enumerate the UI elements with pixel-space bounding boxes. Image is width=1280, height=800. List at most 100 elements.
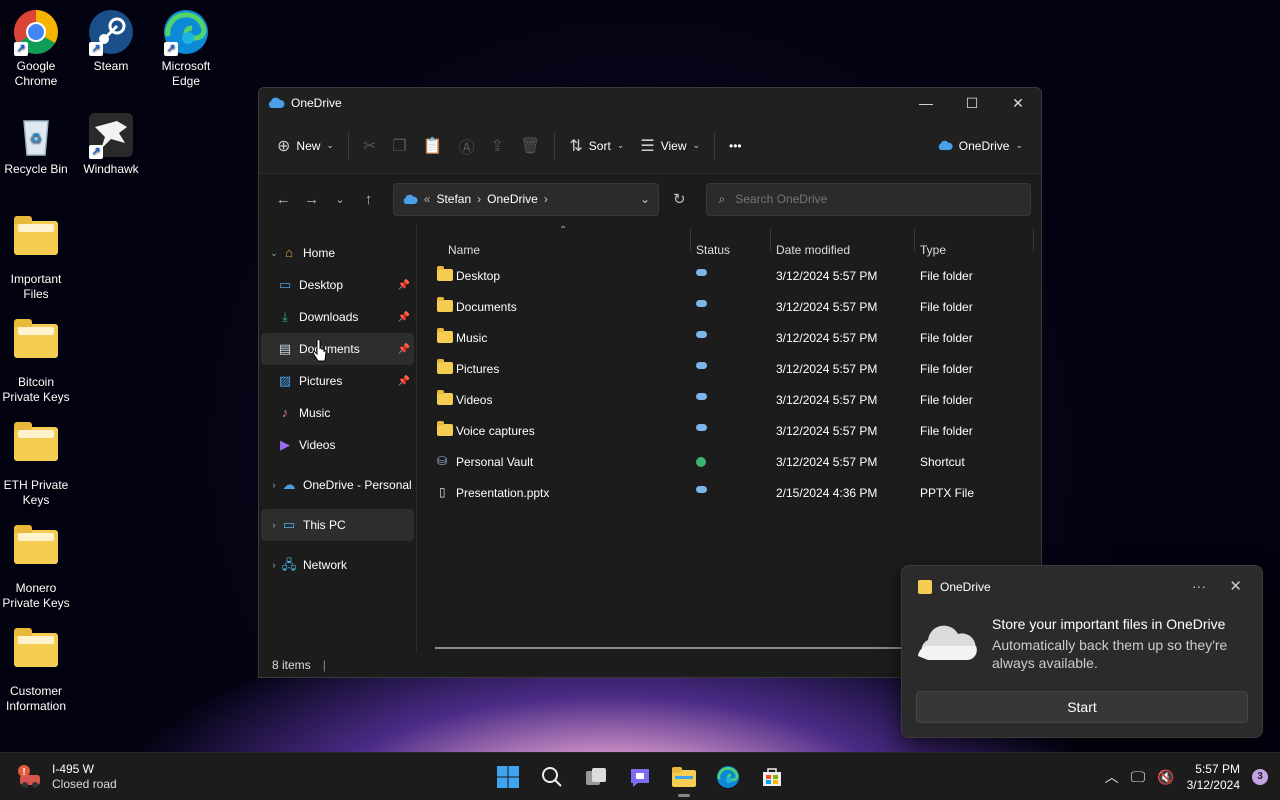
edge-taskbar-button[interactable]	[712, 761, 744, 793]
start-button[interactable]: Start	[916, 691, 1248, 723]
cloud-status-icon	[696, 424, 707, 431]
up-button[interactable]: ↑	[354, 191, 382, 208]
view-button[interactable]: ☰ View ⌄	[632, 130, 708, 162]
file-row[interactable]: ⛁ Personal Vault 3/12/2024 5:57 PM Short…	[417, 447, 1041, 478]
title-bar[interactable]: OneDrive — ☐ ✕	[259, 88, 1041, 118]
network-icon: 🖧	[281, 557, 297, 572]
file-date: 3/12/2024 5:57 PM	[776, 300, 878, 314]
desktop-icon-label: Customer Information	[5, 684, 67, 713]
trash-icon: 🗑	[520, 137, 541, 155]
chevron-right-icon[interactable]: ›	[267, 560, 281, 570]
breadcrumb-stefan[interactable]: Stefan	[436, 192, 471, 206]
more-options-icon[interactable]: ···	[1192, 578, 1206, 594]
desktop-icon-windhawk[interactable]: ↗ Windhawk	[73, 111, 149, 177]
search-box[interactable]: ⌕	[705, 182, 1032, 216]
network-icon[interactable]: 🖵	[1131, 769, 1145, 786]
column-header-date-modified[interactable]: Date modified	[776, 243, 850, 257]
microsoft-store-button[interactable]	[756, 761, 788, 793]
task-view-button[interactable]	[580, 761, 612, 793]
delete-button[interactable]: 🗑	[512, 130, 548, 162]
desktop-icon-edge[interactable]: ↗ Microsoft Edge	[148, 8, 224, 89]
start-menu-button[interactable]	[492, 761, 524, 793]
weather-title: I-495 W	[52, 762, 95, 776]
svg-text:!: !	[22, 767, 25, 778]
folder-icon	[437, 390, 453, 405]
file-row[interactable]: Music 3/12/2024 5:57 PM File folder	[417, 323, 1041, 354]
file-explorer-button[interactable]	[668, 761, 700, 797]
new-button[interactable]: ⊕ New ⌄	[269, 130, 342, 162]
sidebar-item-this-pc[interactable]: › ▭ This PC	[261, 509, 414, 541]
refresh-button[interactable]: ↻	[665, 190, 693, 208]
file-row[interactable]: Voice captures 3/12/2024 5:57 PM File fo…	[417, 416, 1041, 447]
paste-button[interactable]: 📋	[415, 130, 451, 162]
search-button[interactable]	[536, 761, 568, 793]
sidebar-item-videos[interactable]: ▶ Videos	[261, 429, 414, 461]
column-header-status[interactable]: Status	[696, 243, 730, 257]
sidebar-item-music[interactable]: ♪ Music	[261, 397, 414, 429]
forward-button[interactable]: →	[297, 191, 325, 208]
share-button[interactable]: ⇪	[483, 130, 512, 162]
breadcrumb-onedrive[interactable]: OneDrive	[487, 192, 538, 206]
column-divider[interactable]	[690, 229, 691, 251]
address-bar[interactable]: « Stefan › OneDrive › ⌄	[392, 182, 660, 216]
cut-button[interactable]: ✂	[355, 130, 384, 162]
desktop-folder-important-files[interactable]: Important Files	[0, 213, 74, 302]
desktop-folder-monero-private-keys[interactable]: Monero Private Keys	[0, 522, 74, 611]
teams-chat-button[interactable]	[624, 761, 656, 793]
cloud-status-icon	[696, 486, 707, 493]
desktop-icon-recycle-bin[interactable]: ♻ Recycle Bin	[0, 111, 74, 177]
column-header-type[interactable]: Type	[920, 243, 946, 257]
sidebar-item-onedrive-personal[interactable]: › ☁ OneDrive - Personal	[261, 469, 414, 501]
minimize-button[interactable]: —	[903, 88, 949, 118]
desktop-folder-customer-information[interactable]: Customer Information	[0, 625, 74, 714]
volume-muted-icon[interactable]: 🔇	[1157, 769, 1174, 786]
desktop-folder-bitcoin-private-keys[interactable]: Bitcoin Private Keys	[0, 316, 74, 405]
sort-button[interactable]: ⇅ Sort ⌄	[561, 130, 632, 162]
maximize-button[interactable]: ☐	[949, 88, 995, 118]
address-dropdown-icon[interactable]: ⌄	[640, 192, 650, 206]
system-tray: ︿ 🖵 🔇 5:57 PM 3/12/2024 3	[1105, 761, 1268, 793]
clock[interactable]: 5:57 PM 3/12/2024	[1187, 761, 1240, 793]
copy-button[interactable]: ❐	[384, 130, 414, 162]
notification-badge[interactable]: 3	[1252, 769, 1268, 785]
desktop-icon-steam[interactable]: ↗ Steam	[73, 8, 149, 74]
sidebar-item-documents[interactable]: ▤ Documents 📌	[261, 333, 414, 365]
column-header-name[interactable]: Name	[448, 243, 480, 257]
document-file-icon: ▯	[439, 485, 446, 499]
column-divider[interactable]	[914, 229, 915, 251]
close-icon[interactable]: ✕	[1229, 577, 1242, 595]
sidebar-item-downloads[interactable]: ⤓ Downloads 📌	[261, 301, 414, 333]
sidebar-item-home[interactable]: ⌄ ⌂ Home	[261, 237, 414, 269]
rename-button[interactable]: Ⓐ	[451, 128, 483, 164]
sidebar-item-network[interactable]: › 🖧 Network	[261, 549, 414, 581]
file-type: File folder	[920, 269, 973, 283]
chevron-down-icon[interactable]: ⌄	[267, 248, 281, 259]
chevron-right-icon[interactable]: ›	[267, 520, 281, 530]
sidebar-item-desktop[interactable]: ▭ Desktop 📌	[261, 269, 414, 301]
search-input[interactable]	[735, 192, 1016, 206]
desktop-icon-chrome[interactable]: ↗ Google Chrome	[0, 8, 74, 89]
column-divider[interactable]	[1033, 229, 1034, 251]
folder-icon	[437, 421, 453, 436]
chevron-down-icon: ⌄	[692, 140, 701, 150]
column-divider[interactable]	[770, 229, 771, 251]
weather-widget[interactable]: ! I-495 W Closed road	[16, 762, 117, 792]
onedrive-account-button[interactable]: OneDrive ⌄	[929, 133, 1031, 159]
desktop-folder-eth-private-keys[interactable]: ETH Private Keys	[0, 419, 74, 508]
chevron-up-icon[interactable]: ︿	[1105, 767, 1119, 787]
file-row[interactable]: ▯ Presentation.pptx 2/15/2024 4:36 PM PP…	[417, 478, 1041, 509]
file-row[interactable]: Videos 3/12/2024 5:57 PM File folder	[417, 385, 1041, 416]
recent-locations-button[interactable]: ⌄	[326, 193, 354, 206]
close-button[interactable]: ✕	[995, 88, 1041, 118]
file-row[interactable]: Documents 3/12/2024 5:57 PM File folder	[417, 292, 1041, 323]
sidebar-item-pictures[interactable]: ▨ Pictures 📌	[261, 365, 414, 397]
breadcrumb-overflow[interactable]: «	[424, 192, 431, 206]
file-row[interactable]: Desktop 3/12/2024 5:57 PM File folder	[417, 261, 1041, 292]
view-icon: ☰	[640, 137, 655, 155]
chevron-right-icon[interactable]: ›	[267, 480, 281, 490]
more-options-button[interactable]: •••	[721, 133, 750, 159]
back-button[interactable]: ←	[269, 191, 297, 208]
desktop-icon-label: Windhawk	[83, 162, 139, 176]
file-row[interactable]: Pictures 3/12/2024 5:57 PM File folder	[417, 354, 1041, 385]
sidebar-item-label: This PC	[303, 518, 346, 532]
